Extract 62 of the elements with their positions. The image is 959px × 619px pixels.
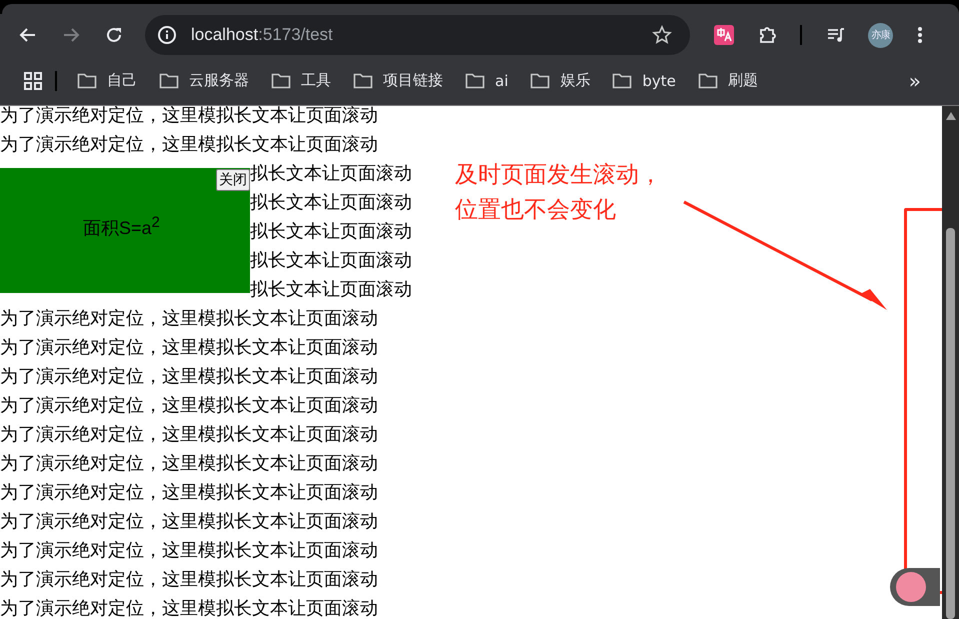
back-icon[interactable] xyxy=(19,26,37,44)
menu-icon[interactable] xyxy=(917,26,923,44)
scroll-up-icon[interactable] xyxy=(946,112,956,120)
puzzle-icon[interactable] xyxy=(758,25,778,45)
annotation-text: 及时页面发生滚动， xyxy=(455,161,662,190)
bookmark-folder[interactable]: 刷题 xyxy=(698,71,758,90)
body-text: 拟长文本让页面滚动 xyxy=(250,164,412,186)
bookmark-label: ai xyxy=(495,72,508,90)
bookmark-label: 云服务器 xyxy=(189,71,249,90)
body-text: 为了演示绝对定位，这里模拟长文本让页面滚动 xyxy=(0,570,378,592)
bookmark-folder[interactable]: byte xyxy=(612,72,676,90)
bookmark-folder[interactable]: 项目链接 xyxy=(353,71,443,90)
bookmark-label: 自己 xyxy=(107,71,137,90)
folder-icon xyxy=(612,72,632,88)
bookmark-label: 娱乐 xyxy=(560,71,590,90)
forward-icon[interactable] xyxy=(62,26,80,44)
bookmark-folder[interactable]: ai xyxy=(465,72,508,90)
url-text: localhost:5173/test xyxy=(191,25,334,45)
scrollbar[interactable] xyxy=(942,106,959,619)
folder-icon xyxy=(159,72,179,88)
star-icon[interactable] xyxy=(652,25,672,45)
folder-icon xyxy=(77,72,97,88)
bookmark-folder[interactable]: 娱乐 xyxy=(530,71,590,90)
body-text: 为了演示绝对定位，这里模拟长文本让页面滚动 xyxy=(0,338,378,360)
annotation-text: 位置也不会变化 xyxy=(455,196,616,225)
body-text: 为了演示绝对定位，这里模拟长文本让页面滚动 xyxy=(0,512,378,534)
bookmark-folder[interactable]: 自己 xyxy=(77,71,137,90)
body-text: 为了演示绝对定位，这里模拟长文本让页面滚动 xyxy=(0,483,378,505)
body-text: 为了演示绝对定位，这里模拟长文本让页面滚动 xyxy=(0,599,378,619)
close-button[interactable]: 关闭 xyxy=(216,169,250,191)
more-bookmarks-button[interactable]: » xyxy=(908,68,921,92)
bookmark-folder[interactable]: 云服务器 xyxy=(159,71,249,90)
info-icon[interactable] xyxy=(157,25,177,45)
folder-icon xyxy=(353,72,373,88)
body-text: 为了演示绝对定位，这里模拟长文本让页面滚动 xyxy=(0,396,378,418)
body-text: 为了演示绝对定位，这里模拟长文本让页面滚动 xyxy=(0,425,378,447)
scrollbar-thumb[interactable] xyxy=(946,228,955,619)
body-text: 拟长文本让页面滚动 xyxy=(250,193,412,215)
reload-icon[interactable] xyxy=(105,26,123,44)
folder-icon xyxy=(530,72,550,88)
folder-icon xyxy=(465,72,485,88)
bookmark-label: byte xyxy=(642,72,676,90)
area-formula: 面积S=a$^{2}$ xyxy=(83,214,160,240)
body-text: 为了演示绝对定位，这里模拟长文本让页面滚动 xyxy=(0,454,378,476)
bookmark-label: 项目链接 xyxy=(383,71,443,90)
bookmark-label: 工具 xyxy=(301,71,331,90)
body-text: 为了演示绝对定位，这里模拟长文本让页面滚动 xyxy=(0,367,378,389)
translate-icon[interactable] xyxy=(714,25,734,45)
body-text: 拟长文本让页面滚动 xyxy=(250,280,412,302)
folder-icon xyxy=(271,72,291,88)
apps-icon[interactable] xyxy=(24,72,42,90)
body-text: 为了演示绝对定位，这里模拟长文本让页面滚动 xyxy=(0,309,378,331)
bookmark-folder[interactable]: 工具 xyxy=(271,71,331,90)
body-text: 为了演示绝对定位，这里模拟长文本让页面滚动 xyxy=(0,541,378,563)
body-text: 为了演示绝对定位，这里模拟长文本让页面滚动 xyxy=(0,106,378,128)
body-text: 拟长文本让页面滚动 xyxy=(250,251,412,273)
bookmark-label: 刷题 xyxy=(728,71,758,90)
folder-icon xyxy=(698,72,718,88)
address-bar[interactable]: localhost:5173/test xyxy=(145,15,690,55)
floating-button[interactable] xyxy=(890,568,940,606)
body-text: 拟长文本让页面滚动 xyxy=(250,222,412,244)
body-text: 为了演示绝对定位，这里模拟长文本让页面滚动 xyxy=(0,135,378,157)
